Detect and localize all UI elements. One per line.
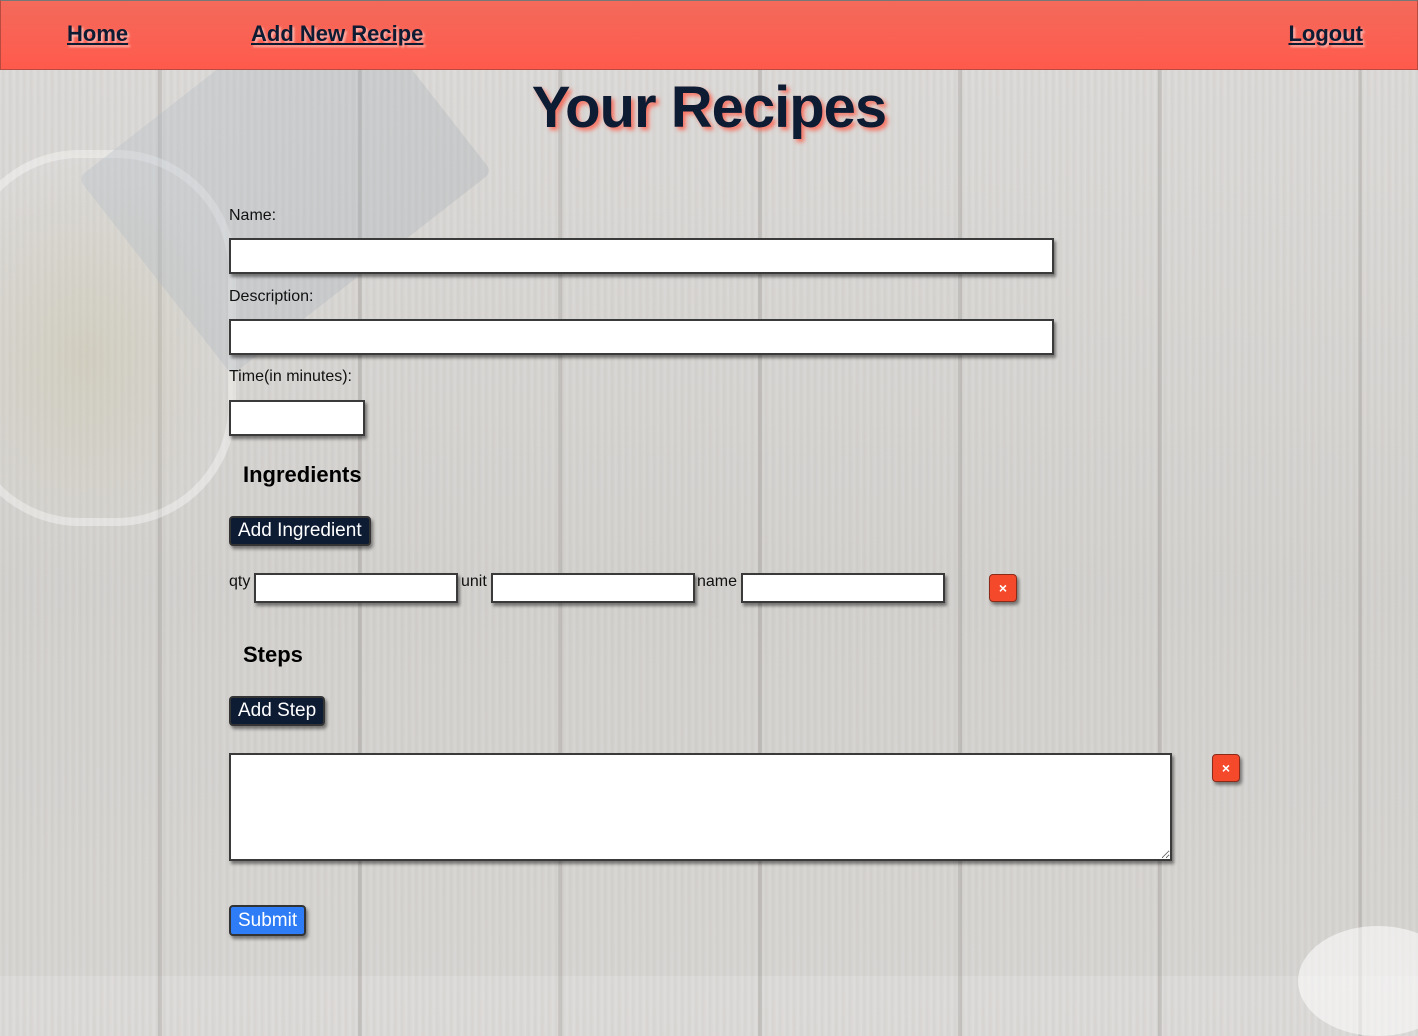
description-label: Description: xyxy=(229,288,314,305)
close-icon: × xyxy=(998,580,1008,596)
ingredient-name-label: name xyxy=(697,573,738,590)
steps-heading: Steps xyxy=(243,642,303,667)
ingredient-qty-input[interactable] xyxy=(254,573,458,603)
description-input[interactable] xyxy=(229,319,1054,355)
close-icon: × xyxy=(1221,760,1231,776)
submit-button[interactable]: Submit xyxy=(229,905,307,936)
time-input[interactable] xyxy=(229,400,365,436)
ingredient-name-input[interactable] xyxy=(741,573,945,603)
nav-add-recipe-link[interactable]: Add New Recipe xyxy=(251,21,423,47)
remove-ingredient-button[interactable]: × xyxy=(989,574,1017,602)
add-step-button[interactable]: Add Step xyxy=(229,696,326,726)
step-textarea[interactable] xyxy=(229,753,1172,861)
ingredient-unit-input[interactable] xyxy=(491,573,695,603)
ingredient-qty-label: qty xyxy=(229,573,251,590)
add-ingredient-button[interactable]: Add Ingredient xyxy=(229,516,371,546)
ingredients-heading: Ingredients xyxy=(243,462,362,487)
background-bowl-image xyxy=(1298,926,1418,1036)
name-label: Name: xyxy=(229,207,277,224)
page-title: Your Recipes xyxy=(531,75,887,140)
nav-home-link[interactable]: Home xyxy=(67,21,128,47)
ingredient-unit-label: unit xyxy=(461,573,487,590)
time-label: Time(in minutes): xyxy=(229,368,352,385)
top-nav-bar: Home Add New Recipe Logout xyxy=(0,0,1418,70)
remove-step-button[interactable]: × xyxy=(1212,754,1240,782)
name-input[interactable] xyxy=(229,238,1054,274)
nav-logout-link[interactable]: Logout xyxy=(1288,21,1363,47)
